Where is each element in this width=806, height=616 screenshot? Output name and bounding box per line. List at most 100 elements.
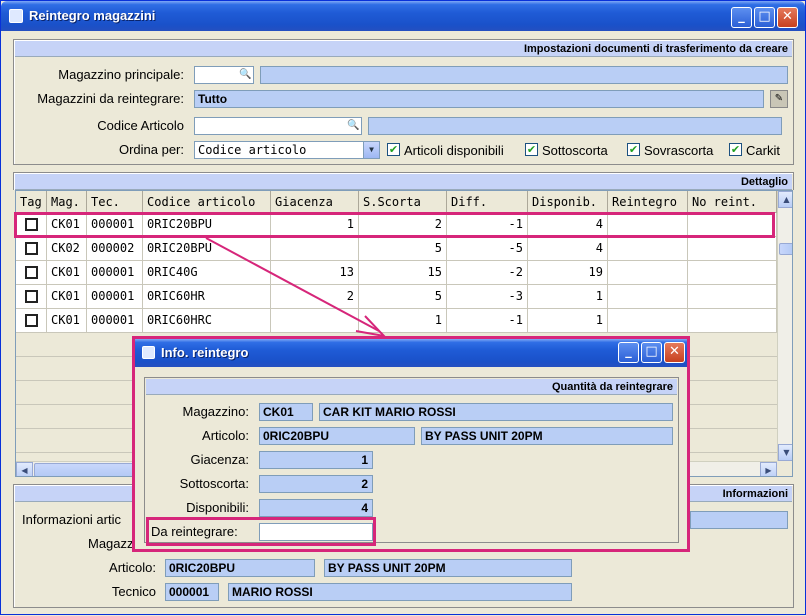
checkbox-articoli-disponibili[interactable]: ✔ [387, 143, 400, 156]
column-header[interactable]: Mag. [47, 191, 87, 213]
tag-checkbox[interactable] [25, 290, 38, 303]
title-bar[interactable]: Reintegro magazzini _ □ ✕ [1, 1, 805, 31]
magazzino-name-field: CAR KIT MARIO ROSSI [319, 403, 673, 421]
search-icon[interactable]: 🔍 [347, 120, 359, 132]
cell-mag: CK01 [47, 285, 87, 309]
magazzino-principale-desc [260, 66, 788, 84]
dialog-panel: Quantità da reintegrare Magazzino: CK01 … [144, 377, 679, 546]
cell-reintegro[interactable] [608, 309, 688, 333]
settings-header: Impostazioni documenti di trasferimento … [15, 41, 792, 57]
app-icon [9, 9, 23, 23]
cell-diff: -3 [447, 285, 528, 309]
cell-reintegro[interactable] [608, 285, 688, 309]
cell-mag: CK01 [47, 261, 87, 285]
detail-header: Dettaglio [15, 174, 792, 190]
articolo-code-field: 0RIC20BPU [259, 427, 415, 445]
column-header[interactable]: Diff. [447, 191, 528, 213]
tag-checkbox[interactable] [25, 266, 38, 279]
scroll-right-icon[interactable]: ▶ [760, 462, 777, 476]
magazzini-reintegrare-label: Magazzini da reintegrare: [37, 91, 184, 106]
cell-no-reint[interactable] [688, 237, 777, 261]
scroll-left-icon[interactable]: ◀ [16, 462, 33, 476]
cell-no-reint[interactable] [688, 261, 777, 285]
checkbox-label: Sovrascorta [644, 143, 714, 158]
column-header[interactable]: Disponib. [528, 191, 608, 213]
ordina-per-select[interactable]: Codice articolo ▼ [194, 141, 380, 159]
tag-cell[interactable] [16, 309, 47, 333]
cell-diff: -5 [447, 237, 528, 261]
articolo-desc-field: BY PASS UNIT 20PM [324, 559, 572, 577]
magazzino-principale-input[interactable]: 🔍 [194, 66, 254, 84]
minimize-button[interactable]: _ [618, 342, 639, 363]
column-header[interactable]: Tec. [87, 191, 143, 213]
close-button[interactable]: ✕ [664, 342, 685, 363]
giacenza-field: 1 [259, 451, 373, 469]
close-button[interactable]: ✕ [777, 7, 798, 28]
articolo-code-field: 0RIC20BPU [165, 559, 315, 577]
cell-tec: 000001 [87, 285, 143, 309]
cell-reintegro[interactable] [608, 237, 688, 261]
tag-checkbox[interactable] [25, 314, 38, 327]
column-header[interactable]: S.Scorta [359, 191, 447, 213]
scroll-up-icon[interactable]: ▲ [778, 191, 792, 208]
ordina-per-label: Ordina per: [118, 142, 184, 157]
maximize-button[interactable]: □ [641, 342, 662, 363]
tag-cell[interactable] [16, 261, 47, 285]
tag-cell[interactable] [16, 237, 47, 261]
magazzino-principale-label: Magazzino principale: [58, 67, 184, 82]
cell-sscorta: 15 [359, 261, 447, 285]
settings-panel: Impostazioni documenti di trasferimento … [13, 39, 794, 165]
cell-giacenza [271, 237, 359, 261]
tecnico-name-field: MARIO ROSSI [228, 583, 572, 601]
select-warehouses-icon[interactable]: ✎ [770, 90, 788, 108]
app-icon [142, 346, 155, 359]
cell-codice: 0RIC40G [143, 261, 271, 285]
info-reintegro-dialog: Info. reintegro _ □ ✕ Quantità da reinte… [132, 336, 690, 552]
cell-dispon: 4 [528, 237, 608, 261]
column-header[interactable]: Reintegro [608, 191, 688, 213]
minimize-button[interactable]: _ [731, 7, 752, 28]
scroll-down-icon[interactable]: ▼ [778, 444, 792, 461]
cell-diff: -1 [447, 309, 528, 333]
tag-checkbox[interactable] [25, 242, 38, 255]
vertical-scrollbar[interactable]: ▲ ▼ [777, 191, 792, 461]
cell-no-reint[interactable] [688, 285, 777, 309]
magazzino-code-field: CK01 [259, 403, 313, 421]
sottoscorta-label: Sottoscorta: [179, 476, 249, 491]
dialog-title-bar[interactable]: Info. reintegro _ □ ✕ [135, 339, 687, 367]
scroll-thumb[interactable] [779, 243, 792, 255]
cell-mag: CK02 [47, 237, 87, 261]
cell-no-reint[interactable] [688, 309, 777, 333]
checkbox-sovrascorta[interactable]: ✔ [627, 143, 640, 156]
maximize-button[interactable]: □ [754, 7, 775, 28]
tag-cell[interactable] [16, 285, 47, 309]
tecnico-label: Tecnico [111, 584, 156, 599]
cell-reintegro[interactable] [608, 261, 688, 285]
cell-tec: 000001 [87, 309, 143, 333]
main-window: Reintegro magazzini _ □ ✕ Impostazioni d… [0, 0, 806, 615]
window-title: Reintegro magazzini [29, 8, 156, 23]
cell-dispon: 19 [528, 261, 608, 285]
chevron-down-icon[interactable]: ▼ [363, 142, 379, 158]
cell-tec: 000002 [87, 237, 143, 261]
magazzino-label: Magazz [88, 536, 134, 551]
search-icon[interactable]: 🔍 [239, 69, 251, 81]
dialog-title: Info. reintegro [161, 345, 249, 360]
codice-articolo-input[interactable]: 🔍 [194, 117, 362, 135]
checkbox-sottoscorta[interactable]: ✔ [525, 143, 538, 156]
column-header[interactable]: Codice articolo [143, 191, 271, 213]
checkbox-label: Carkit [746, 143, 780, 158]
da-reintegrare-highlight [146, 517, 376, 546]
info-articolo-field [690, 511, 788, 529]
cell-codice: 0RIC20BPU [143, 237, 271, 261]
checkbox-carkit[interactable]: ✔ [729, 143, 742, 156]
magazzini-reintegrare-field: Tutto [194, 90, 764, 108]
cell-dispon: 1 [528, 285, 608, 309]
column-header[interactable]: No reint. [688, 191, 777, 213]
cell-sscorta: 5 [359, 237, 447, 261]
column-header[interactable]: Tag [16, 191, 47, 213]
magazzino-label: Magazzino: [182, 404, 249, 419]
giacenza-label: Giacenza: [190, 452, 249, 467]
column-header[interactable]: Giacenza [271, 191, 359, 213]
cell-giacenza: 13 [271, 261, 359, 285]
